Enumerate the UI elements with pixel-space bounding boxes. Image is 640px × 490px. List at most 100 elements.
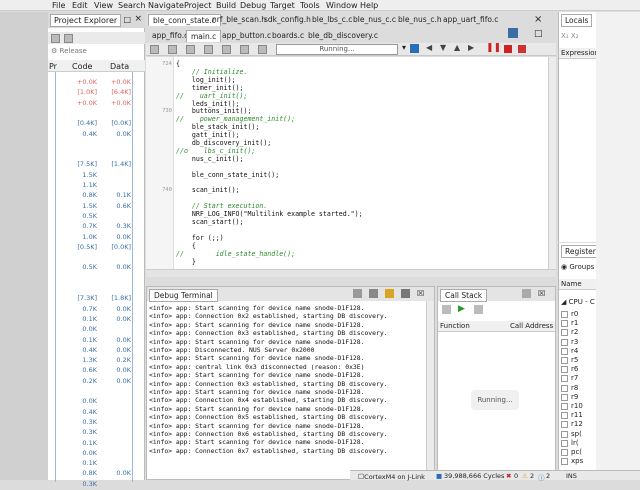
tab-boards[interactable]: boards.c (268, 30, 308, 41)
maximize-icon[interactable]: □ (123, 15, 131, 24)
register-item[interactable]: r9 (571, 393, 578, 401)
editor-horizontal-scrollbar[interactable] (146, 269, 556, 277)
table-row[interactable]: 0.8K 0.0K (48, 469, 145, 479)
close-icon[interactable]: × (534, 14, 542, 25)
release-dropdown[interactable]: ⚙ Release (51, 47, 87, 55)
tab-app-uart-fifo[interactable]: app_uart_fifo.c (439, 14, 502, 25)
tab-ble-nus-c[interactable]: ble_nus_c.c (349, 14, 400, 25)
register-item[interactable]: lr( (571, 439, 579, 447)
menu-tools[interactable]: Tools (300, 1, 320, 10)
table-row[interactable]: 0.4K 0.0K (48, 346, 145, 356)
register-item[interactable]: xps (571, 457, 583, 465)
col-header-code[interactable]: Code (72, 62, 92, 71)
reset-icon[interactable] (518, 45, 526, 53)
register-item[interactable]: r2 (571, 328, 578, 336)
table-row[interactable]: [0.5K] [0.0K] (48, 243, 145, 253)
menu-help[interactable]: Help (360, 1, 378, 10)
stop-icon[interactable] (504, 45, 512, 53)
register-checkbox[interactable] (561, 357, 568, 364)
step-into-icon[interactable]: ▼ (440, 43, 446, 52)
table-row[interactable]: 0.7K 0.0K (48, 305, 145, 315)
table-row[interactable]: 0.0K (48, 449, 145, 459)
call-stack-tab[interactable]: Call Stack (440, 289, 488, 302)
register-checkbox[interactable] (561, 393, 568, 401)
register-item[interactable]: r5 (571, 356, 578, 364)
table-row[interactable]: 0.8K 0.1K (48, 191, 145, 201)
menu-search[interactable]: Search (118, 1, 145, 10)
register-checkbox[interactable] (561, 384, 568, 392)
col-header-data[interactable]: Data (110, 62, 129, 71)
close-icon[interactable]: ☒ (417, 289, 424, 298)
register-item[interactable]: r1 (571, 319, 578, 327)
tab-app-button[interactable]: app_button.c (218, 30, 275, 41)
table-row[interactable]: 0.5K 0.0K (48, 263, 145, 273)
register-checkbox[interactable] (561, 329, 568, 337)
register-checkbox[interactable] (561, 320, 568, 328)
table-row[interactable] (48, 387, 145, 397)
play-icon[interactable]: ▶ (458, 304, 465, 314)
table-row[interactable]: 0.0K (48, 397, 145, 407)
menu-file[interactable]: File (52, 1, 65, 10)
chevron-down-icon[interactable]: ▾ (402, 43, 406, 52)
menu-debug[interactable]: Debug (240, 1, 266, 10)
table-row[interactable] (48, 150, 145, 160)
register-checkbox[interactable] (561, 412, 568, 420)
locals-tab[interactable]: Locals (561, 14, 593, 27)
register-item[interactable]: r6 (571, 365, 578, 373)
register-item[interactable]: r12 (571, 420, 583, 428)
warning-count[interactable]: 2 (530, 472, 534, 480)
register-checkbox[interactable] (561, 430, 568, 438)
register-checkbox[interactable] (561, 439, 568, 447)
register-checkbox[interactable] (561, 311, 568, 318)
terminal-scrollbar[interactable] (426, 301, 434, 479)
settings-icon[interactable] (401, 289, 410, 298)
step-out-icon[interactable]: ▲ (454, 43, 460, 52)
register-checkbox[interactable] (561, 366, 568, 374)
table-row[interactable] (48, 274, 145, 284)
table-row[interactable]: 1.1K (48, 181, 145, 191)
register-item[interactable]: r11 (571, 411, 583, 419)
register-item[interactable]: r10 (571, 402, 583, 410)
lock-icon[interactable] (385, 289, 394, 298)
indent-icon[interactable] (240, 45, 249, 54)
table-row[interactable]: +0.0K +0.0K (48, 99, 145, 109)
pause-icon[interactable]: ❚❚ (486, 43, 501, 53)
menu-edit[interactable]: Edit (72, 1, 88, 10)
binoculars-icon[interactable] (258, 45, 267, 54)
code-editor[interactable]: {724 // Initialize. log_init(); timer_in… (146, 57, 556, 275)
table-row[interactable]: 0.1K (48, 459, 145, 469)
debug-terminal-tab[interactable]: Debug Terminal (149, 289, 218, 302)
tab-ble-db-discovery[interactable]: ble_db_discovery.c (304, 30, 382, 41)
table-row[interactable]: 1.5K (48, 171, 145, 181)
save-icon[interactable] (168, 45, 177, 54)
table-row[interactable] (48, 140, 145, 150)
table-row[interactable]: 0.3K (48, 480, 145, 490)
register-checkbox[interactable] (561, 347, 568, 355)
locals-toolbar[interactable]: X₁ X₂ (561, 32, 578, 40)
table-row[interactable]: [7.5K] [1.4K] (48, 160, 145, 170)
copy-icon[interactable] (522, 289, 531, 298)
filter-icon[interactable] (442, 305, 451, 314)
close-icon[interactable]: × (134, 14, 142, 24)
build-icon[interactable] (51, 34, 60, 43)
register-item[interactable]: r7 (571, 374, 578, 382)
table-row[interactable]: 1.0K 0.0K (48, 233, 145, 243)
info-count[interactable]: 2 (546, 472, 550, 480)
tab-sdk-config[interactable]: sdk_config.h (260, 14, 315, 25)
table-row[interactable]: 0.3K (48, 428, 145, 438)
config-icon[interactable] (64, 34, 73, 43)
table-row[interactable] (48, 284, 145, 294)
save-log-icon[interactable] (369, 289, 378, 298)
step-icon[interactable] (474, 305, 483, 314)
menu-view[interactable]: View (94, 1, 113, 10)
step-icon[interactable] (150, 45, 159, 54)
tab-list-icon[interactable] (508, 28, 518, 38)
table-row[interactable]: 0.6K 0.0K (48, 366, 145, 376)
register-item[interactable]: r3 (571, 338, 578, 346)
col-header-pr[interactable]: Pr (49, 62, 57, 71)
find-icon[interactable] (204, 45, 213, 54)
table-row[interactable]: 0.4K (48, 408, 145, 418)
maximize-icon[interactable]: □ (534, 29, 543, 39)
maximize-icon[interactable]: ☒ (538, 289, 545, 298)
menu-project[interactable]: Project (184, 1, 211, 10)
